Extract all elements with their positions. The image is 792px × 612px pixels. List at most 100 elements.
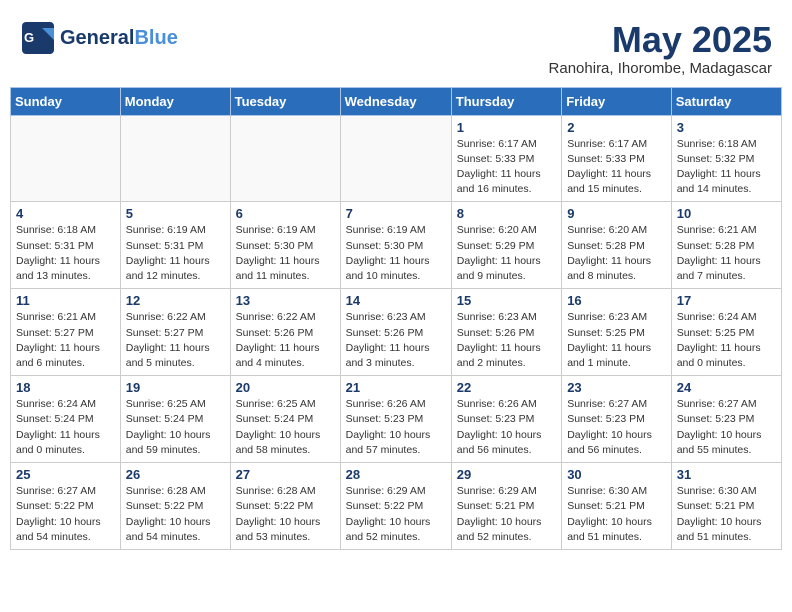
day-info: Sunrise: 6:26 AMSunset: 5:23 PMDaylight:… (457, 397, 556, 458)
calendar-week-3: 11 Sunrise: 6:21 AMSunset: 5:27 PMDayligh… (11, 289, 782, 376)
calendar-cell: 15 Sunrise: 6:23 AMSunset: 5:26 PMDayligh… (451, 289, 561, 376)
day-info: Sunrise: 6:30 AMSunset: 5:21 PMDaylight:… (677, 484, 776, 545)
day-info: Sunrise: 6:20 AMSunset: 5:28 PMDaylight:… (567, 223, 666, 284)
calendar-cell: 19 Sunrise: 6:25 AMSunset: 5:24 PMDayligh… (120, 376, 230, 463)
day-number: 21 (346, 380, 446, 395)
day-info: Sunrise: 6:29 AMSunset: 5:21 PMDaylight:… (457, 484, 556, 545)
day-number: 3 (677, 120, 776, 135)
calendar-cell: 16Sunrise: 6:23 AMSunset: 5:25 PMDayligh… (562, 289, 672, 376)
day-info: Sunrise: 6:18 AMSunset: 5:32 PMDaylight:… (677, 137, 776, 198)
logo-icon: G (20, 20, 56, 56)
day-number: 30 (567, 467, 666, 482)
calendar-cell: 3 Sunrise: 6:18 AMSunset: 5:32 PMDaylight… (671, 115, 781, 202)
calendar-week-1: 1 Sunrise: 6:17 AMSunset: 5:33 PMDaylight… (11, 115, 782, 202)
day-info: Sunrise: 6:17 AMSunset: 5:33 PMDaylight:… (457, 137, 556, 198)
month-year: May 2025 (549, 20, 772, 60)
day-number: 25 (16, 467, 115, 482)
day-number: 12 (126, 293, 225, 308)
day-info: Sunrise: 6:19 AMSunset: 5:30 PMDaylight:… (236, 223, 335, 284)
day-info: Sunrise: 6:23 AMSunset: 5:26 PMDaylight:… (457, 310, 556, 371)
day-number: 23 (567, 380, 666, 395)
day-header-wednesday: Wednesday (340, 87, 451, 115)
calendar-header-row: SundayMondayTuesdayWednesdayThursdayFrid… (11, 87, 782, 115)
day-info: Sunrise: 6:22 AMSunset: 5:27 PMDaylight:… (126, 310, 225, 371)
day-number: 15 (457, 293, 556, 308)
day-number: 16 (567, 293, 666, 308)
day-info: Sunrise: 6:28 AMSunset: 5:22 PMDaylight:… (126, 484, 225, 545)
day-number: 1 (457, 120, 556, 135)
header: G GeneralBlue May 2025 Ranohira, Ihoromb… (10, 10, 782, 82)
day-header-sunday: Sunday (11, 87, 121, 115)
day-info: Sunrise: 6:28 AMSunset: 5:22 PMDaylight:… (236, 484, 335, 545)
calendar-cell: 6Sunrise: 6:19 AMSunset: 5:30 PMDaylight… (230, 202, 340, 289)
day-number: 31 (677, 467, 776, 482)
calendar-cell: 28Sunrise: 6:29 AMSunset: 5:22 PMDayligh… (340, 463, 451, 550)
day-number: 8 (457, 206, 556, 221)
calendar-cell: 4 Sunrise: 6:18 AMSunset: 5:31 PMDaylight… (11, 202, 121, 289)
calendar-cell: 18 Sunrise: 6:24 AMSunset: 5:24 PMDayligh… (11, 376, 121, 463)
day-number: 27 (236, 467, 335, 482)
day-info: Sunrise: 6:29 AMSunset: 5:22 PMDaylight:… (346, 484, 446, 545)
day-number: 13 (236, 293, 335, 308)
calendar-cell: 25Sunrise: 6:27 AMSunset: 5:22 PMDayligh… (11, 463, 121, 550)
calendar-cell (11, 115, 121, 202)
day-number: 24 (677, 380, 776, 395)
day-number: 19 (126, 380, 225, 395)
calendar-cell: 26 Sunrise: 6:28 AMSunset: 5:22 PMDayligh… (120, 463, 230, 550)
logo-text: GeneralBlue (60, 27, 178, 49)
logo: G GeneralBlue (20, 20, 178, 56)
day-info: Sunrise: 6:27 AMSunset: 5:23 PMDaylight:… (677, 397, 776, 458)
day-info: Sunrise: 6:27 AMSunset: 5:23 PMDaylight:… (567, 397, 666, 458)
day-info: Sunrise: 6:22 AMSunset: 5:26 PMDaylight:… (236, 310, 335, 371)
day-info: Sunrise: 6:30 AMSunset: 5:21 PMDaylight:… (567, 484, 666, 545)
calendar-cell (340, 115, 451, 202)
day-number: 10 (677, 206, 776, 221)
calendar-cell: 23 Sunrise: 6:27 AMSunset: 5:23 PMDayligh… (562, 376, 672, 463)
calendar-cell: 14 Sunrise: 6:23 AMSunset: 5:26 PMDayligh… (340, 289, 451, 376)
day-info: Sunrise: 6:20 AMSunset: 5:29 PMDaylight:… (457, 223, 556, 284)
day-number: 4 (16, 206, 115, 221)
day-header-saturday: Saturday (671, 87, 781, 115)
calendar-cell (230, 115, 340, 202)
day-info: Sunrise: 6:19 AMSunset: 5:31 PMDaylight:… (126, 223, 225, 284)
calendar-cell: 2 Sunrise: 6:17 AMSunset: 5:33 PMDaylight… (562, 115, 672, 202)
calendar-cell: 12 Sunrise: 6:22 AMSunset: 5:27 PMDayligh… (120, 289, 230, 376)
title-block: May 2025 Ranohira, Ihorombe, Madagascar (549, 20, 772, 77)
day-info: Sunrise: 6:18 AMSunset: 5:31 PMDaylight:… (16, 223, 115, 284)
day-number: 5 (126, 206, 225, 221)
calendar-cell: 11 Sunrise: 6:21 AMSunset: 5:27 PMDayligh… (11, 289, 121, 376)
day-number: 17 (677, 293, 776, 308)
day-info: Sunrise: 6:21 AMSunset: 5:27 PMDaylight:… (16, 310, 115, 371)
day-number: 2 (567, 120, 666, 135)
calendar: SundayMondayTuesdayWednesdayThursdayFrid… (10, 87, 782, 550)
calendar-cell: 24 Sunrise: 6:27 AMSunset: 5:23 PMDayligh… (671, 376, 781, 463)
calendar-week-5: 25Sunrise: 6:27 AMSunset: 5:22 PMDayligh… (11, 463, 782, 550)
day-header-friday: Friday (562, 87, 672, 115)
day-number: 22 (457, 380, 556, 395)
calendar-week-4: 18 Sunrise: 6:24 AMSunset: 5:24 PMDayligh… (11, 376, 782, 463)
calendar-cell: 20 Sunrise: 6:25 AMSunset: 5:24 PMDayligh… (230, 376, 340, 463)
day-number: 14 (346, 293, 446, 308)
calendar-cell: 7Sunrise: 6:19 AMSunset: 5:30 PMDaylight… (340, 202, 451, 289)
day-number: 26 (126, 467, 225, 482)
day-info: Sunrise: 6:25 AMSunset: 5:24 PMDaylight:… (126, 397, 225, 458)
day-info: Sunrise: 6:25 AMSunset: 5:24 PMDaylight:… (236, 397, 335, 458)
calendar-cell (120, 115, 230, 202)
day-info: Sunrise: 6:17 AMSunset: 5:33 PMDaylight:… (567, 137, 666, 198)
day-info: Sunrise: 6:19 AMSunset: 5:30 PMDaylight:… (346, 223, 446, 284)
day-number: 18 (16, 380, 115, 395)
calendar-week-2: 4 Sunrise: 6:18 AMSunset: 5:31 PMDaylight… (11, 202, 782, 289)
day-header-monday: Monday (120, 87, 230, 115)
day-header-tuesday: Tuesday (230, 87, 340, 115)
calendar-cell: 29Sunrise: 6:29 AMSunset: 5:21 PMDayligh… (451, 463, 561, 550)
day-number: 11 (16, 293, 115, 308)
calendar-cell: 5 Sunrise: 6:19 AMSunset: 5:31 PMDaylight… (120, 202, 230, 289)
day-info: Sunrise: 6:23 AMSunset: 5:26 PMDaylight:… (346, 310, 446, 371)
svg-text:G: G (24, 30, 34, 45)
day-header-thursday: Thursday (451, 87, 561, 115)
day-info: Sunrise: 6:24 AMSunset: 5:24 PMDaylight:… (16, 397, 115, 458)
location: Ranohira, Ihorombe, Madagascar (549, 60, 772, 77)
day-number: 20 (236, 380, 335, 395)
calendar-cell: 27 Sunrise: 6:28 AMSunset: 5:22 PMDayligh… (230, 463, 340, 550)
day-info: Sunrise: 6:26 AMSunset: 5:23 PMDaylight:… (346, 397, 446, 458)
